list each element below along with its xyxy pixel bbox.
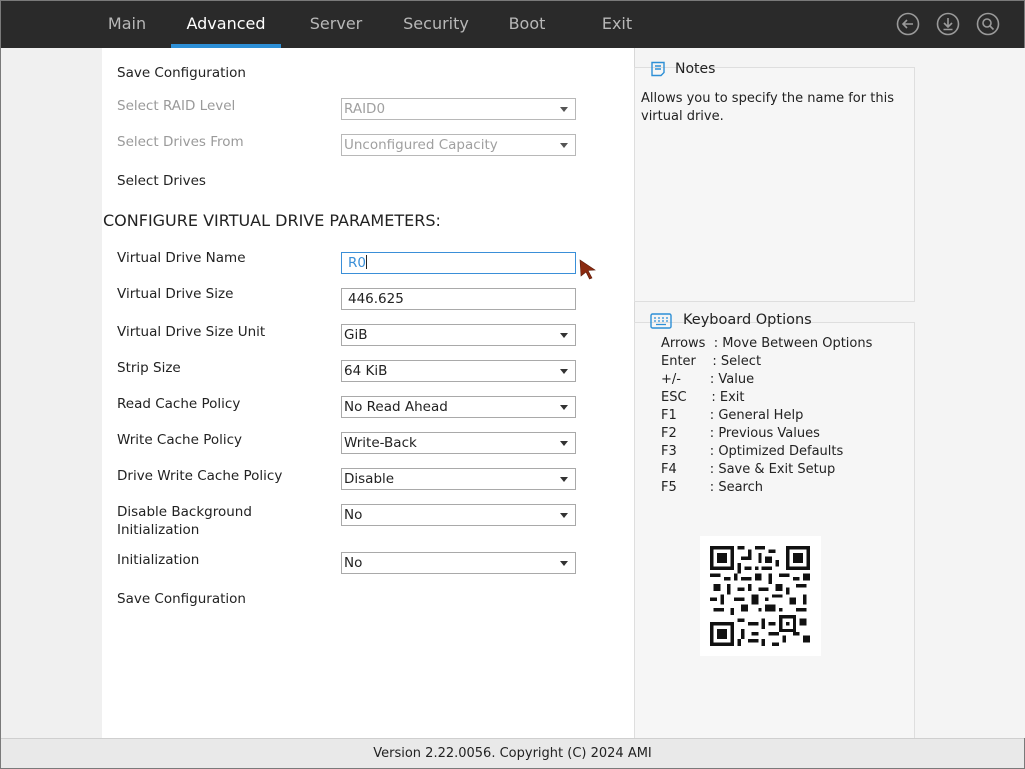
chevron-down-icon xyxy=(560,143,568,148)
vd-size-unit-value: GiB xyxy=(344,327,368,343)
strip-size-value: 64 KiB xyxy=(344,363,388,379)
tab-boot[interactable]: Boot xyxy=(499,1,555,48)
text-cursor xyxy=(365,255,367,269)
save-configuration-bottom[interactable]: Save Configuration xyxy=(117,590,246,608)
select-drives-link[interactable]: Select Drives xyxy=(117,172,206,190)
back-arrow-icon[interactable] xyxy=(896,12,920,36)
initialization-label: Initialization xyxy=(117,552,200,568)
vd-size-unit-select[interactable]: GiB xyxy=(341,324,576,346)
kb-row: Enter : Select xyxy=(661,354,762,369)
notes-text: Allows you to specify the name for this … xyxy=(641,91,894,124)
chevron-down-icon xyxy=(560,369,568,374)
vd-size-label: Virtual Drive Size xyxy=(117,286,234,302)
tab-advanced[interactable]: Advanced xyxy=(171,1,281,48)
vd-name-input[interactable]: R0 xyxy=(341,252,576,274)
chevron-down-icon xyxy=(560,441,568,446)
disable-bg-init-value: No xyxy=(344,507,363,523)
keyboard-options-title: Keyboard Options xyxy=(683,312,812,328)
section-heading: CONFIGURE VIRTUAL DRIVE PARAMETERS: xyxy=(103,211,441,230)
top-menu-bar: Main Advanced Server Security Boot Exit xyxy=(1,1,1024,48)
disable-bg-init-label-line2: Initialization xyxy=(117,522,200,538)
drives-from-label: Select Drives From xyxy=(117,134,244,150)
tab-server[interactable]: Server xyxy=(301,1,371,48)
kb-row: F1 : General Help xyxy=(661,408,804,423)
drives-from-value: Unconfigured Capacity xyxy=(344,137,498,153)
read-cache-value: No Read Ahead xyxy=(344,399,448,415)
vd-size-unit-label: Virtual Drive Size Unit xyxy=(117,324,266,340)
read-cache-select[interactable]: No Read Ahead xyxy=(341,396,576,418)
raid-level-value: RAID0 xyxy=(344,101,386,117)
initialization-select[interactable]: No xyxy=(341,552,576,574)
kb-row: F2 : Previous Values xyxy=(661,426,820,441)
initialization-value: No xyxy=(344,555,363,571)
vd-name-value: R0 xyxy=(348,255,366,271)
chevron-down-icon xyxy=(560,477,568,482)
kb-row: F4 : Save & Exit Setup xyxy=(661,462,836,477)
notes-title: Notes xyxy=(675,61,716,77)
kb-row: F3 : Optimized Defaults xyxy=(661,444,844,459)
drive-write-cache-value: Disable xyxy=(344,471,395,487)
keyboard-icon xyxy=(650,313,672,329)
download-icon[interactable] xyxy=(936,12,960,36)
notes-icon xyxy=(651,61,665,77)
drive-write-cache-label: Drive Write Cache Policy xyxy=(117,468,283,484)
version-footer: Version 2.22.0056. Copyright (C) 2024 AM… xyxy=(1,738,1024,768)
chevron-down-icon xyxy=(560,561,568,566)
kb-row: F5 : Search xyxy=(661,480,763,495)
kb-row: ESC : Exit xyxy=(661,390,745,405)
qr-code xyxy=(700,536,821,656)
strip-size-select[interactable]: 64 KiB xyxy=(341,360,576,382)
disable-bg-init-label-line1: Disable Background xyxy=(117,504,252,520)
chevron-down-icon xyxy=(560,107,568,112)
tab-main[interactable]: Main xyxy=(97,1,157,48)
kb-row: +/- : Value xyxy=(661,372,755,387)
raid-level-label: Select RAID Level xyxy=(117,98,236,114)
disable-bg-init-select[interactable]: No xyxy=(341,504,576,526)
kb-row: Arrows : Move Between Options xyxy=(661,336,873,351)
tab-exit[interactable]: Exit xyxy=(591,1,643,48)
vd-name-label: Virtual Drive Name xyxy=(117,250,246,266)
vd-size-input[interactable]: 446.625 xyxy=(341,288,576,310)
chevron-down-icon xyxy=(560,405,568,410)
drives-from-select: Unconfigured Capacity xyxy=(341,134,576,156)
chevron-down-icon xyxy=(560,333,568,338)
tab-security[interactable]: Security xyxy=(396,1,476,48)
write-cache-value: Write-Back xyxy=(344,435,417,451)
save-configuration-top[interactable]: Save Configuration xyxy=(117,64,246,82)
drive-write-cache-select[interactable]: Disable xyxy=(341,468,576,490)
chevron-down-icon xyxy=(560,513,568,518)
read-cache-label: Read Cache Policy xyxy=(117,396,241,412)
search-icon[interactable] xyxy=(976,12,1000,36)
strip-size-label: Strip Size xyxy=(117,360,181,376)
raid-level-select: RAID0 xyxy=(341,98,576,120)
write-cache-select[interactable]: Write-Back xyxy=(341,432,576,454)
write-cache-label: Write Cache Policy xyxy=(117,432,243,448)
mouse-pointer-icon xyxy=(579,259,596,280)
